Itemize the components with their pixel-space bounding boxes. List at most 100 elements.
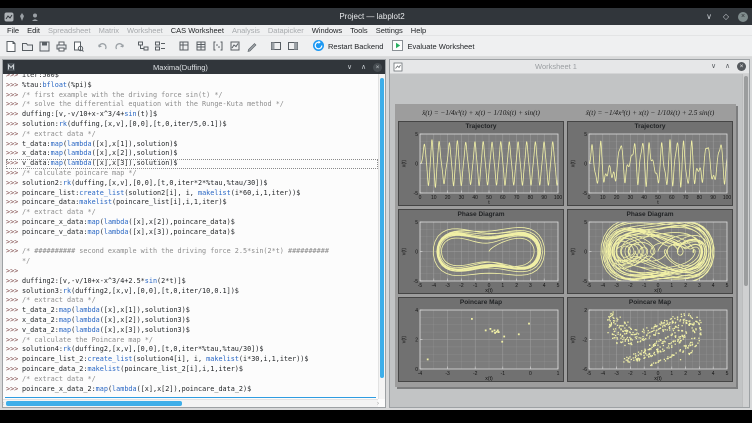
code-line[interactable]: >>>poincare_x_data_2:map(lambda([x],x[2]… (6, 385, 378, 395)
code-line[interactable]: >>>/* extract data */ (6, 130, 378, 140)
scroll-right-icon[interactable]: › (377, 400, 379, 407)
menu-item-windows[interactable]: Windows (308, 25, 346, 36)
undo-icon[interactable] (95, 39, 110, 54)
menu-item-help[interactable]: Help (407, 25, 430, 36)
code-line[interactable]: >>>poincare_list_2:create_list(solution4… (6, 355, 378, 365)
code-line[interactable]: >>>poincare_list:create_list(solution2[i… (6, 189, 378, 199)
new-workbook-icon[interactable] (177, 39, 192, 54)
shortcut-icon[interactable] (30, 12, 40, 22)
code-line[interactable]: >>>solution:rk(duffing,[x,v],[0,0],[t,0,… (6, 120, 378, 130)
minimize-icon[interactable]: ∨ (709, 62, 718, 71)
redo-icon[interactable] (112, 39, 127, 54)
code-line[interactable]: >>>t_data_2:map(lambda([x],x[1]),solutio… (6, 306, 378, 316)
code-horizontal-scrollbar[interactable]: ‹ › (3, 399, 378, 407)
toggle-properties-icon[interactable] (153, 39, 168, 54)
svg-text:-2: -2 (459, 283, 464, 289)
code-line[interactable]: >>>/* calculate poincare map */ (6, 169, 378, 179)
scrollbar-thumb[interactable] (6, 401, 182, 406)
open-folder-icon[interactable] (20, 39, 35, 54)
code-line[interactable]: >>>solution4:rk(duffing2,[x,v],[0,0],[t,… (6, 345, 378, 355)
code-line[interactable]: >>>x_data:map(lambda([x],x[2]),solution)… (6, 149, 378, 159)
maxima-code-editor[interactable]: >>>iter:500$>>>%tau:bfloat(%pi)$>>>/* fi… (3, 74, 378, 399)
poincare-map-plot-right[interactable]: Poincare Map-5-4-3-2-1012345-6-22x(t)v(t… (567, 297, 733, 382)
worksheet-window: Worksheet 1 ∨ ∧ × ẍ(t) = −1/4x³(t) + x(t… (389, 59, 750, 408)
restore-icon[interactable]: ∧ (723, 62, 732, 71)
code-line[interactable]: >>>t_data:map(lambda([x],x[1]),solution)… (6, 140, 378, 150)
code-line[interactable]: >>>%tau:bfloat(%pi)$ (6, 81, 378, 91)
menu-item-edit[interactable]: Edit (23, 25, 44, 36)
menu-item-analysis: Analysis (228, 25, 264, 36)
code-line[interactable]: >>>/* extract data */ (6, 375, 378, 385)
code-text: %tau:bfloat(%pi)$ (22, 81, 92, 91)
code-line[interactable]: >>>/* first example with the driving for… (6, 91, 378, 101)
code-line[interactable]: >>>/* solve the differential equation wi… (6, 100, 378, 110)
scroll-left-icon[interactable]: ‹ (3, 400, 4, 407)
new-document-icon[interactable] (3, 39, 18, 54)
menu-item-file[interactable]: File (3, 25, 23, 36)
titlebar[interactable]: Project — labplot2 ∨ ◇ × (0, 8, 752, 25)
code-line[interactable]: >>>solution3:rk(duffing2,[x,v],[0,0],[t,… (6, 287, 378, 297)
code-line[interactable]: >>>duffing2:[v,-v/10+x-x^3/4+2.5*sin(2*t… (6, 277, 378, 287)
menu-item-tools[interactable]: Tools (346, 25, 372, 36)
minimize-icon[interactable]: ∨ (704, 12, 714, 22)
svg-text:x(t): x(t) (654, 288, 662, 293)
worksheet-view[interactable]: ẍ(t) = −1/4x³(t) + x(t) − 1/10ẋ(t) + sin… (390, 74, 749, 407)
print-preview-icon[interactable] (71, 39, 86, 54)
code-line[interactable]: >>>/* extract data */ (6, 296, 378, 306)
phase-diagram-plot-right[interactable]: Phase Diagram-5-4-3-2-1012345-505x(t)v(t… (567, 209, 733, 294)
new-worksheet-icon[interactable] (228, 39, 243, 54)
code-vertical-scrollbar[interactable] (378, 74, 385, 399)
close-icon[interactable]: × (373, 63, 382, 72)
restart-backend-button[interactable]: Restart Backend (310, 38, 387, 55)
evaluate-worksheet-button[interactable]: Evaluate Worksheet (389, 38, 478, 55)
code-line[interactable]: >>>duffing:[v,-v/10+x-x^3/4+sin(t)]$ (6, 110, 378, 120)
worksheet-titlebar[interactable]: Worksheet 1 ∨ ∧ × (390, 60, 749, 74)
new-matrix-icon[interactable] (211, 39, 226, 54)
new-spreadsheet-icon[interactable] (194, 39, 209, 54)
code-line[interactable]: >>>poincare_data:makelist(poincare_list[… (6, 198, 378, 208)
maximize-icon[interactable]: ◇ (721, 12, 731, 22)
code-line[interactable]: >>>poincare_x_data:map(lambda([x],x[2]),… (6, 218, 378, 228)
toggle-project-explorer-icon[interactable] (136, 39, 151, 54)
restore-icon[interactable]: ∧ (359, 63, 368, 72)
scrollbar-thumb[interactable] (744, 76, 748, 286)
code-line[interactable]: >>>x_data_2:map(lambda([x],x[2]),solutio… (6, 316, 378, 326)
maxima-titlebar[interactable]: Maxima(Duffing) ∨ ∧ × (3, 60, 385, 74)
new-note-icon[interactable] (245, 39, 260, 54)
code-line[interactable]: >>> (6, 238, 378, 248)
maxima-prompt: >>> (6, 218, 22, 228)
worksheet-vertical-scrollbar[interactable] (742, 74, 749, 407)
trajectory-plot-right[interactable]: Trajectory0102030405060708090100-505tx(t… (567, 121, 733, 206)
restart-backend-icon (312, 39, 325, 54)
code-line[interactable]: >>>solution2:rk(duffing,[x,v],[0,0],[t,0… (6, 179, 378, 189)
code-line[interactable]: >>> (6, 267, 378, 277)
close-icon[interactable]: × (738, 12, 748, 22)
print-icon[interactable] (54, 39, 69, 54)
svg-text:4: 4 (712, 371, 715, 377)
menu-item-cas-worksheet[interactable]: CAS Worksheet (167, 25, 228, 36)
code-line[interactable]: */ (6, 257, 378, 267)
code-line[interactable]: >>>/* extract data */ (6, 208, 378, 218)
minimize-icon[interactable]: ∨ (345, 63, 354, 72)
menu-item-settings[interactable]: Settings (372, 25, 407, 36)
code-line[interactable]: >>>/* ########## second example with the… (6, 247, 378, 257)
code-line[interactable]: >>>v_data:map(lambda([x],x[3]),solution)… (6, 159, 378, 169)
trajectory-plot-left[interactable]: Trajectory0102030405060708090100-505tx(t… (398, 121, 564, 206)
code-line[interactable]: >>>/* calculate the Poincare map */ (6, 336, 378, 346)
code-line[interactable]: >>>poincare_v_data:map(lambda([x],x[3]),… (6, 228, 378, 238)
panel-right-icon[interactable] (286, 39, 301, 54)
maxima-prompt: >>> (6, 287, 22, 297)
code-line[interactable]: >>>iter:500$ (6, 74, 378, 81)
close-icon[interactable]: × (737, 62, 746, 71)
code-line[interactable]: >>>poincare_data_2:makelist(poincare_lis… (6, 365, 378, 375)
phase-diagram-plot-left[interactable]: Phase Diagram-5-4-3-2-1012345-505x(t)v(t… (398, 209, 564, 294)
save-icon[interactable] (37, 39, 52, 54)
worksheet-window-title: Worksheet 1 (403, 62, 709, 71)
code-text: /* extract data */ (22, 130, 96, 140)
poincare-map-plot-left[interactable]: Poincare Map-4-3-2-101024x(t)v(t) (398, 297, 564, 382)
pin-icon[interactable] (17, 12, 27, 22)
code-line[interactable]: >>>v_data_2:map(lambda([x],x[3]),solutio… (6, 326, 378, 336)
scrollbar-thumb[interactable] (380, 78, 384, 378)
panel-left-icon[interactable] (269, 39, 284, 54)
svg-text:5: 5 (584, 132, 587, 138)
